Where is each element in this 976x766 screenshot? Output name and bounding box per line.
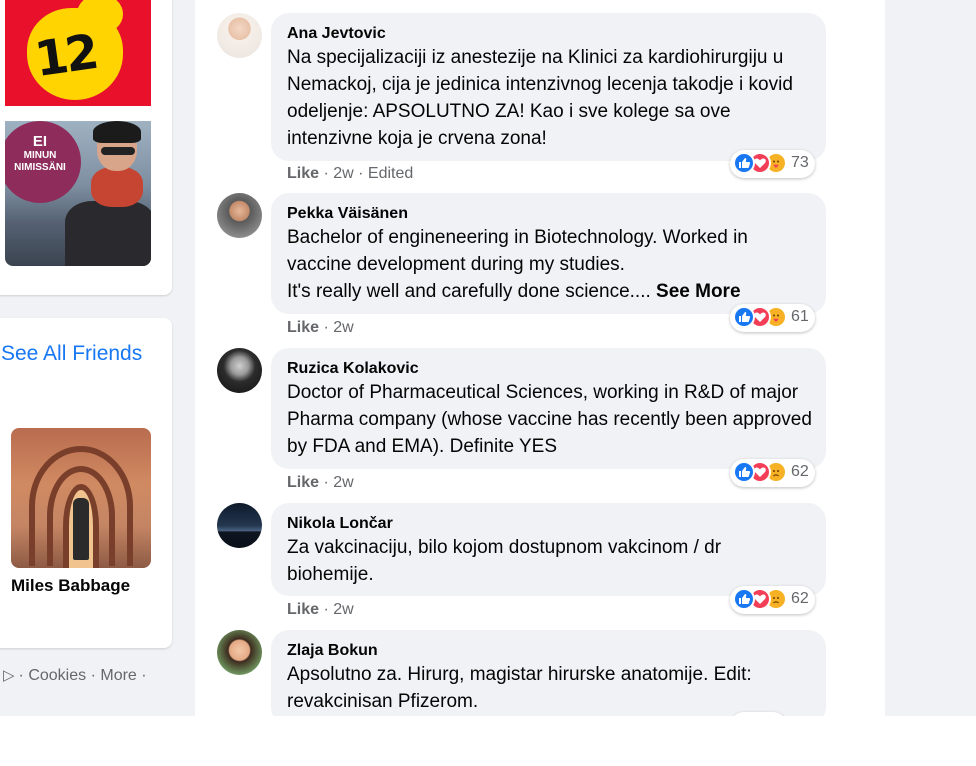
comment-text: Apsolutno za. Hirurg, magistar hirurske … <box>287 664 752 712</box>
photo-thumbnail[interactable]: EI MINUN NIMISSÄNI <box>5 121 151 266</box>
reaction-summary[interactable]: 62 <box>730 586 815 614</box>
like-reaction-icon <box>733 306 755 328</box>
like-button[interactable]: Like <box>287 474 319 491</box>
cookies-link[interactable]: · Cookies · <box>19 667 96 684</box>
comment-bubble: Pekka Väisänen Bachelor of engineneering… <box>271 193 826 314</box>
comment-time: · 2w <box>323 601 354 618</box>
comment-meta: Like · 2w <box>287 319 354 337</box>
campaign-badge: EI MINUN NIMISSÄNI <box>5 121 81 203</box>
comment-author[interactable]: Nikola Lončar <box>287 514 812 534</box>
page-viewport: 12 EI MINUN NIMISSÄNI See All Friends Mi… <box>0 0 976 716</box>
comment-bubble: Ana Jevtovic Na specijalizaciji iz anest… <box>271 13 826 161</box>
comment-meta: Like · 2w · Edited <box>287 165 413 183</box>
friend-photo[interactable] <box>11 428 151 568</box>
comment-text: Za vakcinaciju, bilo kojom dostupnom vak… <box>287 537 722 585</box>
comment-text: Doctor of Pharmaceutical Sciences, worki… <box>287 382 812 457</box>
avatar[interactable] <box>217 503 262 548</box>
comment-text-continued: It's really well and carefully done scie… <box>287 281 657 302</box>
like-reaction-icon <box>733 461 755 483</box>
like-button[interactable]: Like <box>287 601 319 618</box>
reaction-count: 62 <box>791 463 809 480</box>
like-button[interactable]: Like <box>287 165 319 182</box>
comment-meta: Like · 2w <box>287 601 354 619</box>
comment-time: · 2w <box>323 474 354 491</box>
reaction-count: 62 <box>791 590 809 607</box>
friends-card: See All Friends Miles Babbage <box>0 318 172 648</box>
comment-time: · 2w · Edited <box>323 165 414 182</box>
duck-number: 12 <box>31 24 100 88</box>
blank-area <box>0 716 976 766</box>
like-reaction-icon <box>733 588 755 610</box>
comment-author[interactable]: Ruzica Kolakovic <box>287 359 812 379</box>
comment-time: · 2w <box>323 319 354 336</box>
photos-card: 12 EI MINUN NIMISSÄNI <box>0 0 172 295</box>
reaction-summary[interactable] <box>730 712 787 716</box>
ad-choices-icon[interactable]: ▷ <box>3 666 15 684</box>
footer-links: ▷ · Cookies · More · <box>3 666 147 685</box>
like-button[interactable]: Like <box>287 319 319 336</box>
see-more-link[interactable]: See More <box>656 281 740 302</box>
photo-thumbnail[interactable]: 12 <box>5 0 151 106</box>
reaction-summary[interactable]: 73 <box>730 150 815 178</box>
avatar[interactable] <box>217 193 262 238</box>
friend-name[interactable]: Miles Babbage <box>11 576 130 596</box>
see-all-friends-link[interactable]: See All Friends <box>1 342 142 366</box>
more-link[interactable]: More · <box>100 667 146 684</box>
comment-author[interactable]: Ana Jevtovic <box>287 24 812 44</box>
comment-bubble: Zlaja Bokun Apsolutno za. Hirurg, magist… <box>271 630 826 716</box>
reaction-count: 73 <box>791 154 809 171</box>
post-comments-panel: Ana Jevtovic Na specijalizaciji iz anest… <box>195 0 885 716</box>
avatar[interactable] <box>217 13 262 58</box>
avatar[interactable] <box>217 348 262 393</box>
comment-bubble: Ruzica Kolakovic Doctor of Pharmaceutica… <box>271 348 826 469</box>
like-reaction-icon <box>733 152 755 174</box>
comment-author[interactable]: Zlaja Bokun <box>287 641 812 661</box>
reaction-summary[interactable]: 62 <box>730 459 815 487</box>
comment-text: Na specijalizaciji iz anestezije na Klin… <box>287 47 793 149</box>
comment-bubble: Nikola Lončar Za vakcinaciju, bilo kojom… <box>271 503 826 596</box>
right-rail <box>885 0 976 716</box>
comment-author[interactable]: Pekka Väisänen <box>287 204 812 224</box>
reaction-summary[interactable]: 61 <box>730 304 815 332</box>
comment-meta: Like · 2w <box>287 474 354 492</box>
reaction-count: 61 <box>791 308 809 325</box>
avatar[interactable] <box>217 630 262 675</box>
comment-text: Bachelor of engineneering in Biotechnolo… <box>287 227 748 275</box>
